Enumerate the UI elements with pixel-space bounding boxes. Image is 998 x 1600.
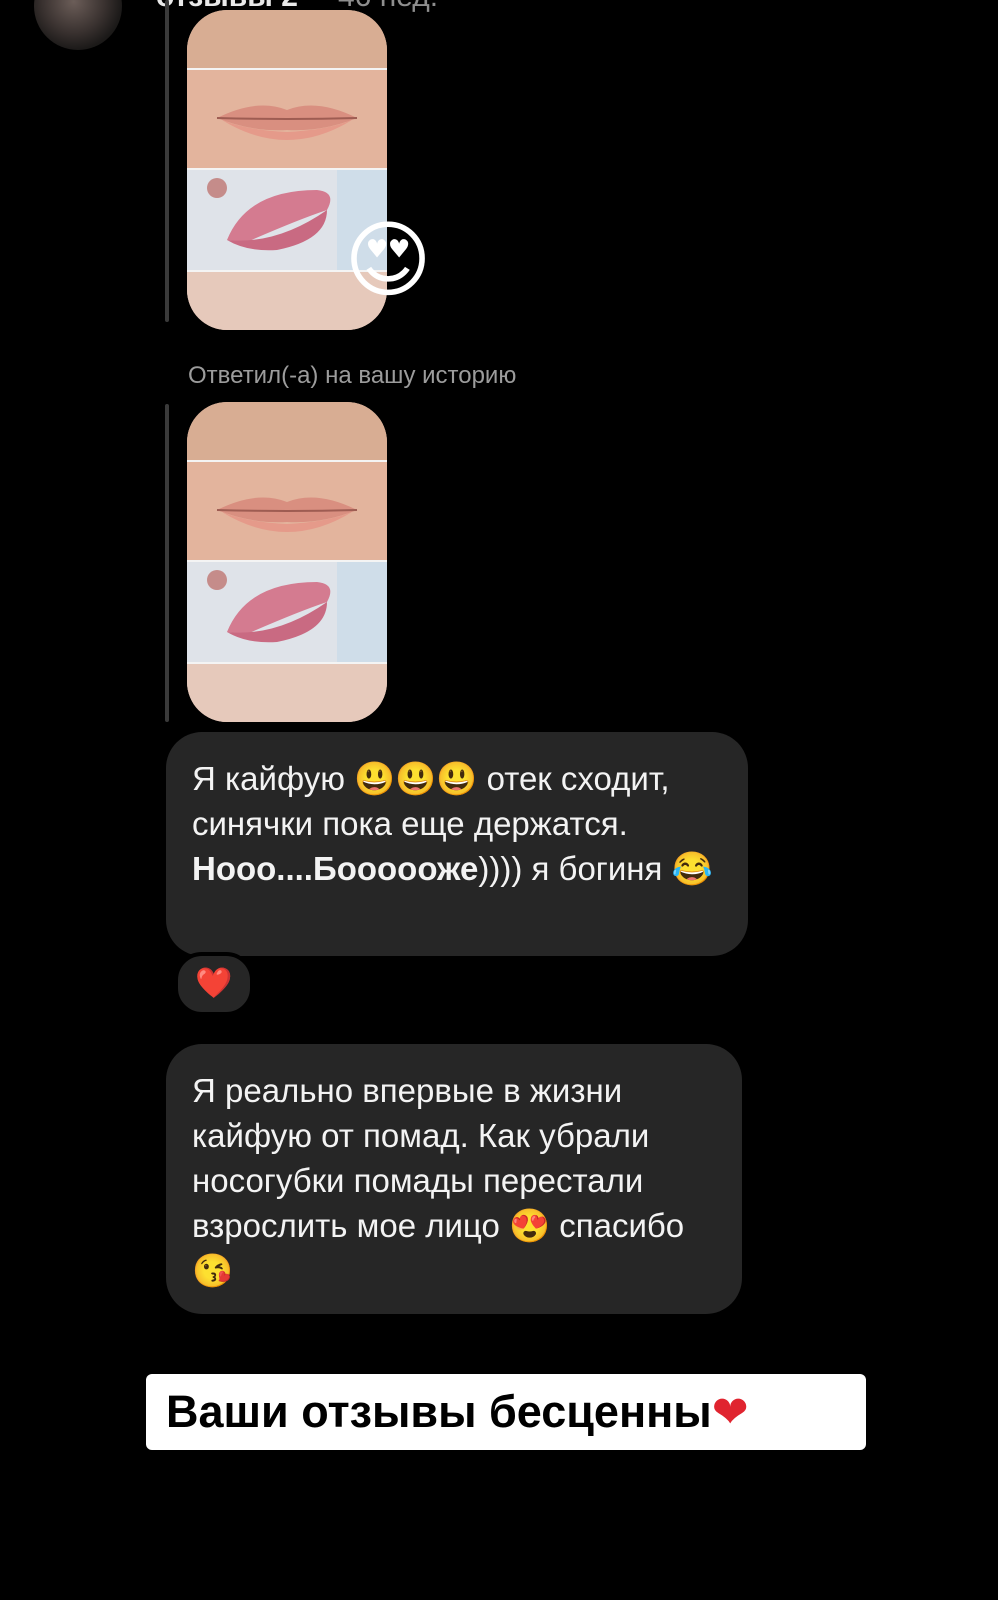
message-text: Я реально впервые в жизни кайфую от пома… (192, 1072, 685, 1289)
lips-after-photo (187, 560, 387, 664)
caption-text: Ваши отзывы бесценны (166, 1386, 712, 1437)
message-bubble[interactable]: Я реально впервые в жизни кайфую от пома… (166, 1044, 742, 1314)
thumb-band (187, 402, 387, 460)
message-text-bold: Нооо....Боооооже (192, 850, 479, 887)
reply-label: Ответил(-а) на вашу историю (188, 362, 517, 389)
thumb-band (187, 664, 387, 722)
message-text: )))) я богиня 😂 (478, 850, 713, 887)
heart-eyes-reaction-icon: 😍 (344, 211, 432, 309)
story-header: отзывы 2 46 нед. (0, 0, 998, 60)
thumb-band (187, 10, 387, 68)
heart-reaction-icon[interactable]: ❤️ (174, 952, 254, 1016)
story-thumbnail[interactable] (187, 402, 387, 722)
avatar[interactable] (34, 0, 122, 50)
message-text: Я кайфую 😃😃😃 отек сходит, синячки пока е… (192, 760, 670, 842)
story-caption: Ваши отзывы бесценны❤ (146, 1374, 866, 1450)
reply-quote-line (165, 404, 169, 722)
lips-before-photo (187, 68, 387, 170)
heart-icon: ❤ (711, 1387, 749, 1438)
lips-before-photo (187, 460, 387, 562)
message-bubble[interactable]: Я кайфую 😃😃😃 отек сходит, синячки пока е… (166, 732, 748, 956)
reply-quote-line (165, 0, 169, 322)
